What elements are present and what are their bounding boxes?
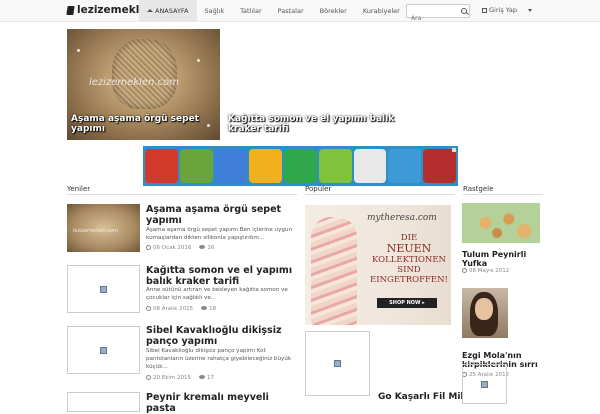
image-watermark: lezizemeklen.com: [73, 228, 118, 234]
nav-label: Kurabiyeler: [362, 7, 400, 15]
article-title[interactable]: Kağıtta somon ve el yapımı balık kraker …: [146, 265, 296, 287]
main-nav: ANASAYFA Sağlık Tatlılar Pastalar Börekl…: [139, 0, 408, 22]
book-icon: [66, 5, 75, 15]
game-tile[interactable]: [179, 149, 213, 183]
chevron-down-icon[interactable]: [528, 9, 532, 12]
article-thumbnail[interactable]: [67, 392, 140, 412]
advertisement[interactable]: mytheresa.com DIE NEUEN KOLLEKTIONEN SIN…: [305, 205, 451, 325]
article-title[interactable]: Sibel Kavaklıoğlu dikişsiz panço yapımı: [146, 325, 296, 347]
broken-image-icon: [100, 285, 107, 293]
eye-icon: [199, 245, 206, 249]
game-tile[interactable]: [249, 149, 283, 183]
login-icon: [482, 7, 487, 13]
article-date: 08 Aralık 2015: [153, 306, 194, 312]
date-text: 08 Mayıs 2012: [469, 268, 510, 274]
game-tile[interactable]: [423, 149, 457, 183]
article-meta: 06 Ocak 2016 16: [146, 245, 214, 251]
game-tile[interactable]: [318, 149, 352, 183]
clock-icon: [146, 375, 151, 380]
sparkle: [197, 59, 200, 62]
basket-shape: [112, 39, 177, 109]
article-thumbnail[interactable]: lezizemeklen.com: [67, 204, 140, 252]
featured-caption-1[interactable]: Aşama aşama örgü sepet yapımı: [71, 114, 201, 134]
random-date: 08 Mayıs 2012: [462, 268, 509, 274]
article-views: 18: [209, 306, 217, 312]
nav-item-saglik[interactable]: Sağlık: [197, 0, 233, 22]
nav-label: Tatlılar: [240, 7, 262, 15]
broken-image-icon: [334, 360, 341, 367]
search-icon[interactable]: [461, 8, 467, 14]
sparkle: [77, 49, 80, 52]
section-heading-recent: Yeniler: [67, 185, 91, 193]
nav-item-anasayfa[interactable]: ANASAYFA: [139, 0, 197, 22]
article-meta: 08 Aralık 2015 18: [146, 306, 216, 312]
clock-icon: [462, 268, 467, 273]
divider: [463, 194, 543, 195]
ad-line: SIND: [397, 265, 421, 275]
game-tile[interactable]: [145, 149, 178, 183]
nav-label: Pastalar: [277, 7, 304, 15]
article-excerpt: Sibel Kavaklıoğlu dikişsiz panço yapımı …: [146, 348, 292, 370]
article-title[interactable]: Peynir kremalı meyveli pasta: [146, 392, 296, 414]
nav-item-pastalar[interactable]: Pastalar: [270, 0, 312, 22]
article-views: 16: [207, 245, 215, 251]
ad-line: NEUEN: [386, 242, 432, 255]
login-link[interactable]: Giriş Yap: [482, 6, 517, 14]
nav-label: ANASAYFA: [155, 7, 189, 15]
portrait-face: [475, 298, 493, 320]
ad-line: KOLLEKTIONEN: [371, 255, 446, 265]
nav-label: Börekler: [319, 7, 347, 15]
divider: [305, 194, 455, 195]
game-banner[interactable]: [143, 146, 458, 186]
article-title[interactable]: Aşama aşama örgü sepet yapımı: [146, 204, 296, 226]
nav-label: Sağlık: [204, 7, 225, 15]
article-date: 20 Ekim 2015: [153, 375, 192, 381]
search-box: [406, 4, 470, 25]
top-navbar: lezizemekler ANASAYFA Sağlık Tatlılar Pa…: [0, 0, 600, 25]
home-icon: [147, 8, 153, 12]
search-input[interactable]: [407, 12, 457, 25]
random-thumbnail[interactable]: [462, 288, 508, 338]
ad-info-icon[interactable]: [452, 148, 456, 152]
popular-thumbnail[interactable]: [305, 331, 370, 396]
random-title[interactable]: Tulum Peynirli Yufka: [462, 250, 542, 268]
ad-line: EINGETROFFEN!: [370, 275, 448, 285]
ad-brand: mytheresa.com: [367, 213, 437, 223]
game-tile[interactable]: [353, 149, 387, 183]
game-tile[interactable]: [388, 149, 422, 183]
broken-image-icon: [100, 346, 107, 354]
article-thumbnail[interactable]: [67, 265, 140, 313]
nav-item-kurabiyeler[interactable]: Kurabiyeler: [355, 0, 408, 22]
article-excerpt: Anne sütünü artıran ve besleyen kağıtta …: [146, 287, 288, 301]
article-excerpt: Aşama aşama örgü sepet yapımı Ben içleri…: [146, 227, 293, 241]
random-thumbnail[interactable]: [462, 203, 540, 243]
divider: [67, 194, 297, 195]
shop-now-button[interactable]: SHOP NOW ▸: [377, 298, 437, 308]
nav-item-tatlilar[interactable]: Tatlılar: [232, 0, 270, 22]
sparkle: [207, 124, 210, 127]
featured-caption-2[interactable]: Kağıtta somon ve el yapımı balık kraker …: [228, 114, 398, 134]
game-tile[interactable]: [284, 149, 317, 183]
image-watermark: lezizemeklen.com: [89, 77, 179, 88]
article-meta: 20 Ekim 2015 17: [146, 375, 214, 381]
broken-image-icon: [481, 380, 488, 388]
section-heading-popular: Popüler: [305, 185, 332, 193]
clock-icon: [146, 306, 151, 311]
game-tile[interactable]: [214, 149, 248, 183]
clock-icon: [146, 245, 151, 250]
random-thumbnail[interactable]: [462, 364, 507, 404]
article-views: 17: [207, 375, 215, 381]
popular-title[interactable]: Go Kaşarlı Fil Mil: [378, 392, 464, 402]
article-date: 06 Ocak 2016: [153, 245, 192, 251]
eye-icon: [199, 375, 206, 379]
eye-icon: [201, 306, 208, 310]
section-heading-random: Rastgele: [463, 185, 494, 193]
ad-headline: DIE NEUEN KOLLEKTIONEN SIND EINGETROFFEN…: [367, 233, 451, 285]
article-thumbnail[interactable]: [67, 326, 140, 374]
ad-model-image: [311, 217, 357, 325]
login-label: Giriş Yap: [489, 6, 517, 14]
nav-item-borekler[interactable]: Börekler: [312, 0, 355, 22]
